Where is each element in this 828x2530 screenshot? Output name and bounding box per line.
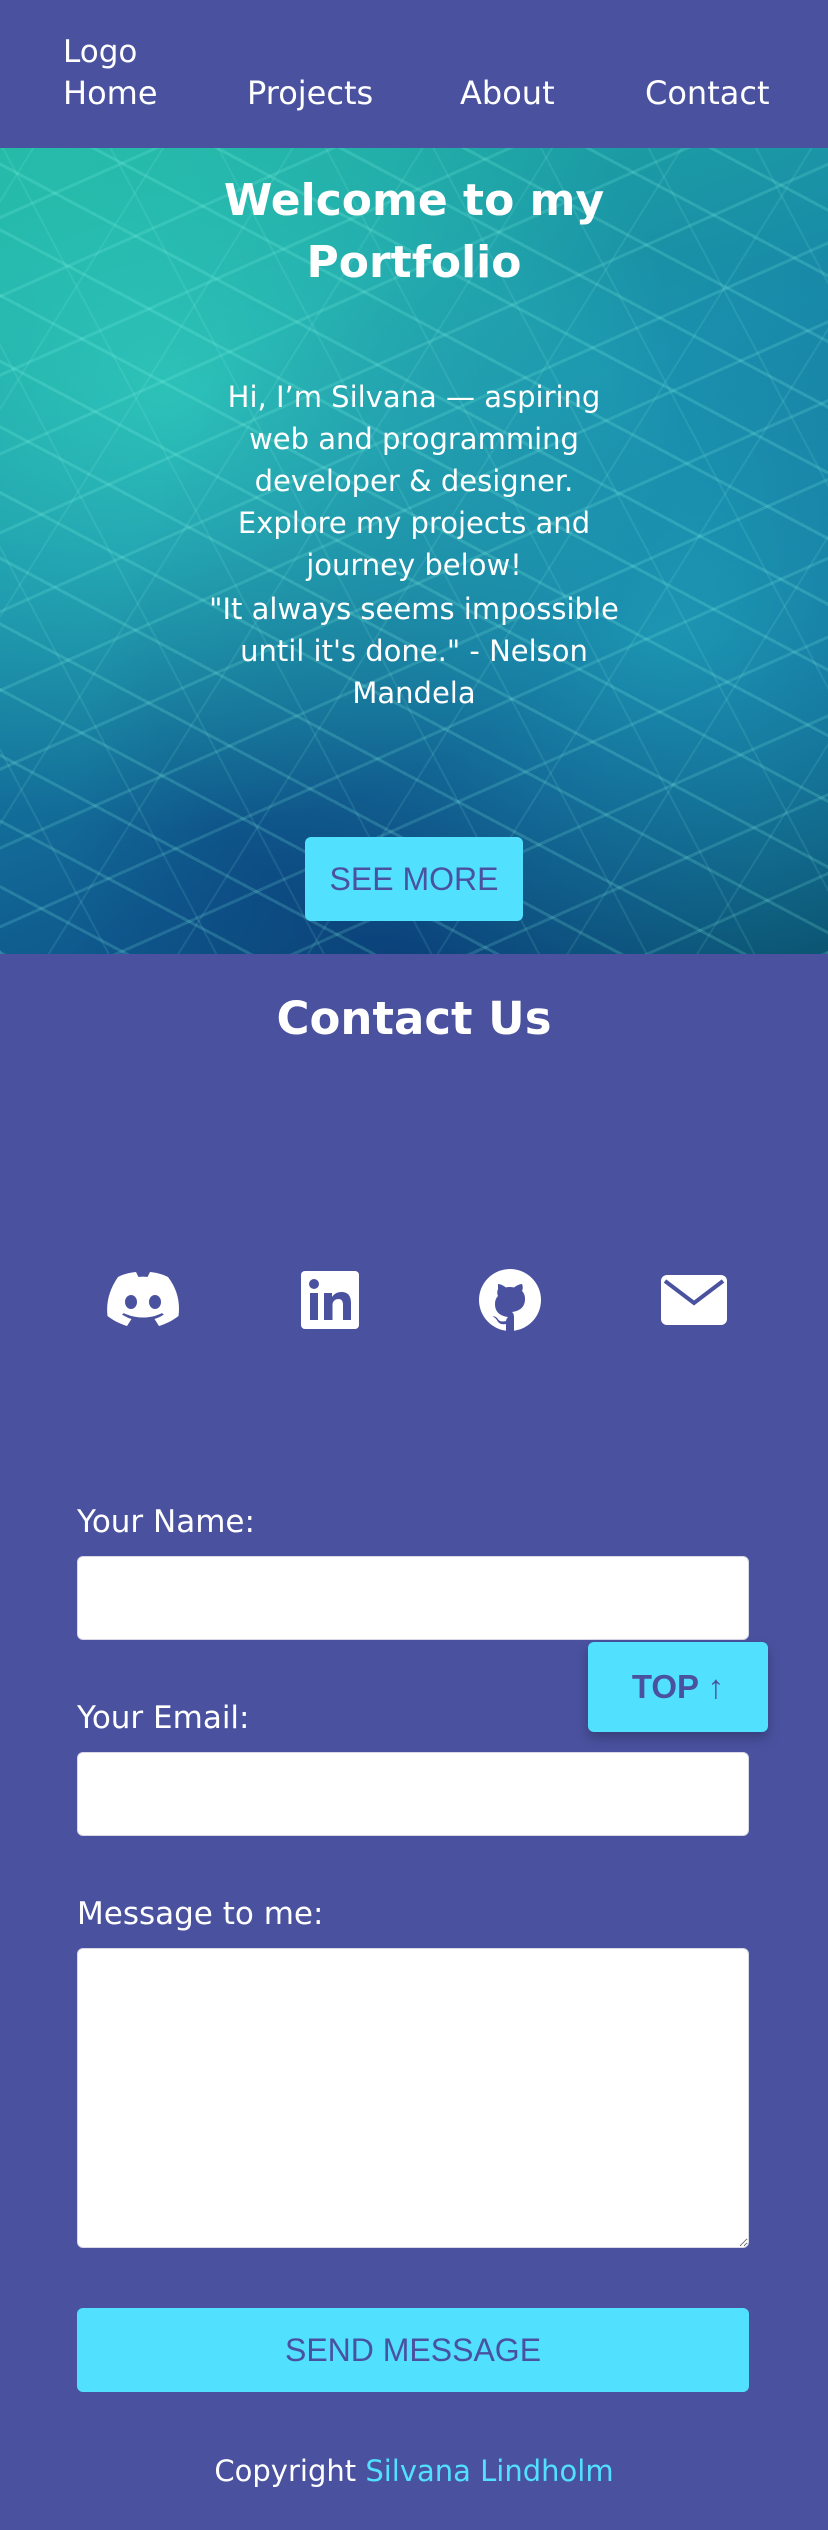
footer: Copyright Silvana Lindholm [0,2454,828,2488]
name-label: Your Name: [77,1504,255,1540]
hero-quote: "It always seems impossible until it's d… [209,592,619,710]
nav-link-home[interactable]: Home [63,74,158,112]
see-more-button[interactable]: SEE MORE [305,837,523,921]
email-label: Your Email: [77,1700,250,1736]
hero-intro: Hi, I’m Silvana — aspiring web and progr… [227,380,601,582]
nav-link-contact[interactable]: Contact [645,74,770,112]
navbar: Logo Home Projects About Contact [0,0,828,148]
linkedin-icon[interactable] [290,1265,370,1335]
back-to-top-button[interactable]: TOP ↑ [588,1642,768,1732]
send-message-button[interactable]: SEND MESSAGE [77,2308,749,2392]
nav-link-projects[interactable]: Projects [247,74,373,112]
name-input[interactable] [77,1556,749,1640]
hero-section: Welcome to my Portfolio Hi, I’m Silvana … [0,148,828,954]
github-icon[interactable] [470,1265,550,1335]
message-textarea[interactable] [77,1948,749,2248]
logo[interactable]: Logo [63,34,137,70]
footer-author-link[interactable]: Silvana Lindholm [365,2454,613,2488]
hero-title: Welcome to my Portfolio [223,175,605,288]
message-label: Message to me: [77,1896,324,1932]
email-icon[interactable] [654,1265,734,1335]
nav-link-about[interactable]: About [460,74,555,112]
email-input[interactable] [77,1752,749,1836]
discord-icon[interactable] [103,1265,183,1335]
copyright-text: Copyright [214,2454,357,2488]
contact-title: Contact Us [276,992,552,1045]
